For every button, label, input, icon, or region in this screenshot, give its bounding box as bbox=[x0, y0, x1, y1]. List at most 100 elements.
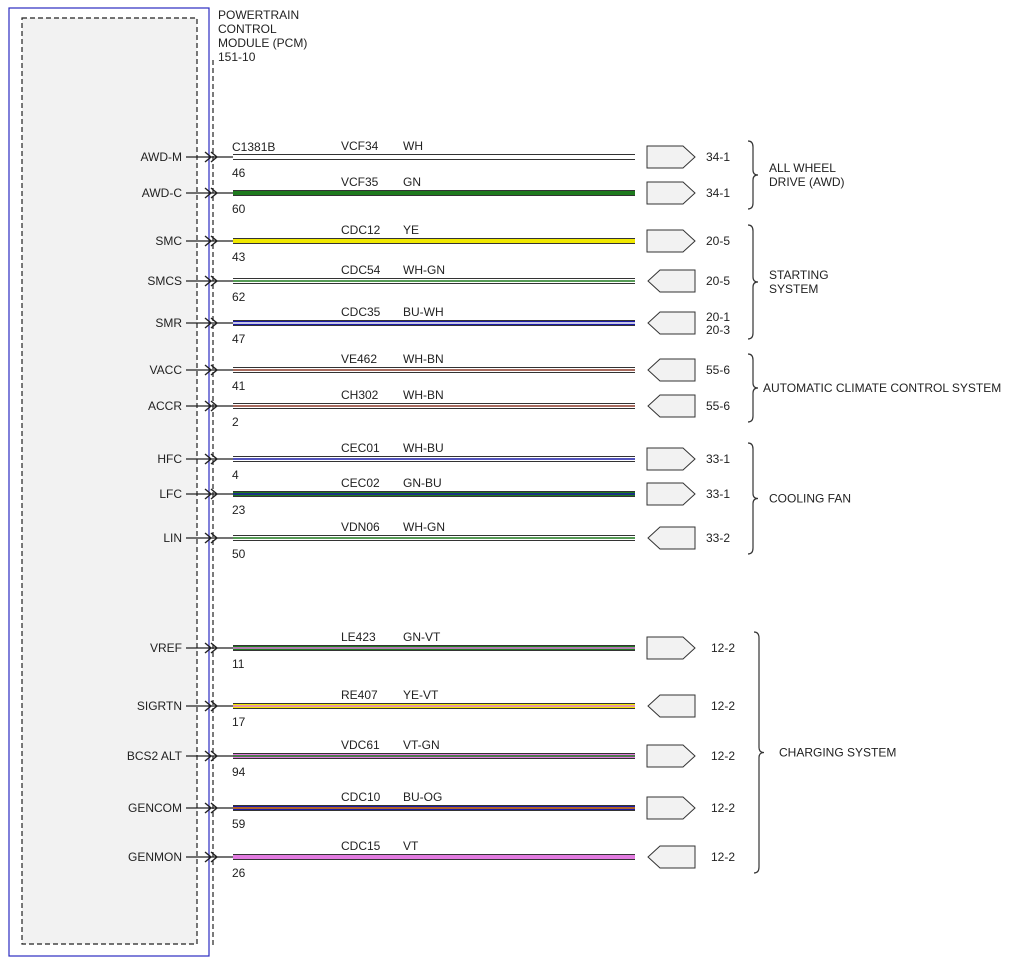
destination-ref: 34-1 bbox=[706, 150, 730, 164]
pin-number: 2 bbox=[232, 415, 239, 429]
destination-connector-icon bbox=[647, 269, 696, 293]
pin-name-label: AWD-C bbox=[142, 186, 183, 200]
system-label: CHARGING SYSTEM bbox=[779, 746, 896, 760]
circuit-id: VDC61 bbox=[341, 738, 380, 752]
wire-color-label: WH-GN bbox=[403, 263, 445, 277]
system-group: COOLING FAN bbox=[747, 442, 851, 555]
wire-color-label: BU-WH bbox=[403, 305, 444, 319]
wire-stripe-color bbox=[233, 537, 635, 539]
wiring-diagram: POWERTRAIN CONTROL MODULE (PCM) 151-10 C… bbox=[8, 7, 1001, 957]
destination-connector-icon bbox=[647, 394, 696, 418]
circuit-row: ACCR 2 CH302 WH-BN 55-6 bbox=[148, 388, 730, 429]
system-groups: ALL WHEELDRIVE (AWD) STARTINGSYSTEM AUTOMA… bbox=[747, 140, 1001, 874]
system-label: DRIVE (AWD) bbox=[769, 175, 845, 189]
destination-connector-icon bbox=[646, 447, 696, 471]
wire-color-label: YE bbox=[403, 223, 419, 237]
circuit-row: LIN 50 VDN06 WH-GN 33-2 bbox=[163, 520, 730, 561]
circuit-id: CEC02 bbox=[341, 476, 380, 490]
pin-number: 47 bbox=[232, 332, 246, 346]
wire-color-label: VT bbox=[403, 839, 419, 853]
circuit-id: CEC01 bbox=[341, 441, 380, 455]
circuit-row: SIGRTN 17 RE407 YE-VT 12-2 bbox=[137, 688, 735, 729]
system-label: STARTING bbox=[769, 268, 829, 282]
destination-connector-icon bbox=[646, 636, 696, 660]
module-title: POWERTRAIN CONTROL MODULE (PCM) 151-10 bbox=[218, 8, 307, 64]
destination-connector-icon bbox=[647, 311, 696, 335]
wire-stripe-color bbox=[233, 493, 635, 495]
circuit-row: SMR 47 CDC35 BU-WH 20-120-3 bbox=[155, 305, 730, 346]
pin-number: 4 bbox=[232, 468, 239, 482]
pin-name-label: SMCS bbox=[147, 274, 182, 288]
destination-ref: 33-2 bbox=[706, 531, 730, 545]
system-group: ALL WHEELDRIVE (AWD) bbox=[747, 140, 845, 210]
circuit-id: VDN06 bbox=[341, 520, 380, 534]
pin-name-label: SMC bbox=[155, 234, 182, 248]
wire-color-label: WH-BN bbox=[403, 388, 444, 402]
wire-base-color bbox=[233, 155, 635, 159]
destination-connector-icon bbox=[646, 145, 696, 169]
destination-ref: 55-6 bbox=[706, 399, 730, 413]
destination-connector-icon bbox=[646, 229, 696, 253]
wire-stripe-color bbox=[233, 322, 635, 324]
system-bracket bbox=[747, 224, 759, 340]
system-group: STARTINGSYSTEM bbox=[747, 224, 829, 340]
wire-color-label: WH bbox=[403, 139, 423, 153]
pin-name-label: LIN bbox=[163, 531, 182, 545]
circuit-id: VCF35 bbox=[341, 175, 379, 189]
pin-number: 46 bbox=[232, 166, 246, 180]
circuit-row: LFC 23 CEC02 GN-BU 33-1 bbox=[159, 476, 730, 517]
destination-connector-icon bbox=[646, 796, 696, 820]
circuit-id: CDC54 bbox=[341, 263, 381, 277]
system-bracket bbox=[747, 442, 759, 555]
pin-number: 50 bbox=[232, 547, 246, 561]
destination-ref: 12-2 bbox=[711, 699, 735, 713]
destination-ref: 20-3 bbox=[706, 323, 730, 337]
circuit-id: CDC10 bbox=[341, 790, 381, 804]
wire-stripe-color bbox=[233, 647, 635, 649]
circuit-id: VE462 bbox=[341, 352, 377, 366]
pin-name-label: SIGRTN bbox=[137, 699, 182, 713]
destination-ref: 20-5 bbox=[706, 274, 730, 288]
destination-ref: 33-1 bbox=[706, 452, 730, 466]
circuit-row: AWD-M 46 VCF34 WH 34-1 bbox=[140, 139, 730, 180]
pin-number: 23 bbox=[232, 503, 246, 517]
pin-name-label: GENCOM bbox=[128, 801, 182, 815]
wire-stripe-color bbox=[233, 807, 635, 809]
circuit-id: CDC15 bbox=[341, 839, 381, 853]
pin-name-label: BCS2 ALT bbox=[127, 749, 183, 763]
wire-color-label: GN-VT bbox=[403, 630, 441, 644]
system-label: ALL WHEEL bbox=[769, 161, 836, 175]
destination-ref: 20-1 bbox=[706, 310, 730, 324]
destination-ref: 12-2 bbox=[711, 850, 735, 864]
wire-color-label: YE-VT bbox=[403, 688, 439, 702]
destination-ref: 20-5 bbox=[706, 234, 730, 248]
pin-name-label: AWD-M bbox=[140, 150, 182, 164]
pin-name-label: VACC bbox=[150, 363, 183, 377]
system-bracket bbox=[753, 631, 765, 874]
wire-color-label: BU-OG bbox=[403, 790, 442, 804]
wire-base-color bbox=[233, 239, 635, 243]
system-group: CHARGING SYSTEM bbox=[753, 631, 896, 874]
circuit-id: CH302 bbox=[341, 388, 379, 402]
destination-ref: 33-1 bbox=[706, 487, 730, 501]
wire-stripe-color bbox=[233, 705, 635, 707]
wire-color-label: WH-GN bbox=[403, 520, 445, 534]
circuit-row: AWD-C 60 VCF35 GN 34-1 bbox=[142, 175, 731, 216]
circuit-row: SMC 43 CDC12 YE 20-5 bbox=[155, 223, 730, 264]
pin-name-label: GENMON bbox=[128, 850, 182, 864]
system-bracket bbox=[747, 140, 759, 210]
destination-connector-icon bbox=[647, 526, 696, 550]
destination-ref: 34-1 bbox=[706, 186, 730, 200]
wire-stripe-color bbox=[233, 458, 635, 460]
circuit-id: RE407 bbox=[341, 688, 378, 702]
pin-name-label: ACCR bbox=[148, 399, 182, 413]
pin-name-label: SMR bbox=[155, 316, 182, 330]
pin-number: 59 bbox=[232, 817, 246, 831]
system-bracket bbox=[747, 353, 759, 423]
pin-number: 17 bbox=[232, 715, 246, 729]
system-label: SYSTEM bbox=[769, 282, 818, 296]
circuit-row: VACC 41 VE462 WH-BN 55-6 bbox=[150, 352, 731, 393]
connector-label: C1381B bbox=[232, 140, 275, 154]
wire-base-color bbox=[233, 855, 635, 859]
circuit-row: GENMON 26 CDC15 VT 12-2 bbox=[128, 839, 735, 880]
